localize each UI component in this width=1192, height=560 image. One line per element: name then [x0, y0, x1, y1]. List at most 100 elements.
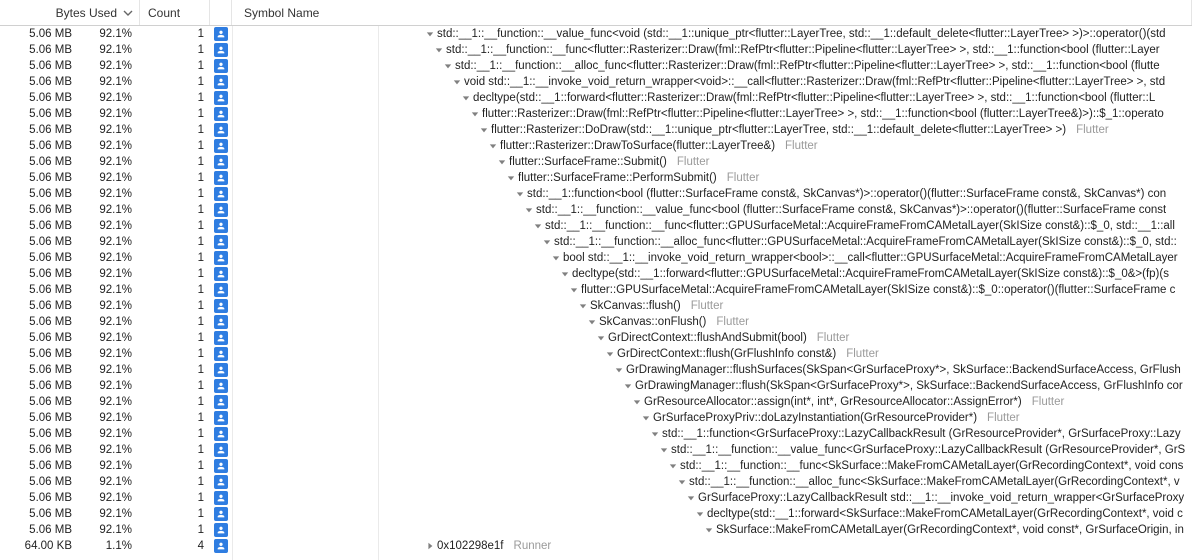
cell-symbol: std::__1::__function::__func<SkSurface::… — [232, 458, 1192, 474]
chevron-down-icon[interactable] — [497, 157, 507, 167]
table-row[interactable]: 5.06 MB92.1%1std::__1::__function::__fun… — [0, 42, 1192, 58]
cell-symbol: SkSurface::MakeFromCAMetalLayer(GrRecord… — [232, 522, 1192, 538]
symbol-text: std::__1::function<bool (flutter::Surfac… — [527, 186, 1166, 202]
symbol-text: flutter::Rasterizer::DoDraw(std::__1::un… — [491, 122, 1066, 138]
person-icon — [214, 267, 228, 281]
cell-icon — [210, 203, 232, 217]
cell-bytes: 5.06 MB92.1% — [0, 122, 140, 138]
chevron-down-icon[interactable] — [650, 429, 660, 439]
table-row[interactable]: 5.06 MB92.1%1SkSurface::MakeFromCAMetalL… — [0, 522, 1192, 538]
chevron-down-icon[interactable] — [659, 445, 669, 455]
percent-value: 92.1% — [88, 394, 132, 410]
table-row[interactable]: 5.06 MB92.1%1std::__1::__function::__fun… — [0, 218, 1192, 234]
chevron-down-icon[interactable] — [443, 61, 453, 71]
person-icon — [214, 299, 228, 313]
table-row[interactable]: 5.06 MB92.1%1flutter::Rasterizer::DoDraw… — [0, 122, 1192, 138]
chevron-down-icon[interactable] — [686, 493, 696, 503]
table-row[interactable]: 5.06 MB92.1%1GrSurfaceProxy::LazyCallbac… — [0, 490, 1192, 506]
cell-symbol: std::__1::__function::__func<flutter::GP… — [232, 218, 1192, 234]
chevron-down-icon[interactable] — [614, 365, 624, 375]
table-row[interactable]: 5.06 MB92.1%1flutter::SurfaceFrame::Perf… — [0, 170, 1192, 186]
chevron-down-icon[interactable] — [641, 413, 651, 423]
table-row[interactable]: 5.06 MB92.1%1std::__1::__function::__val… — [0, 442, 1192, 458]
table-row[interactable]: 5.06 MB92.1%1flutter::Rasterizer::Draw(f… — [0, 106, 1192, 122]
table-row[interactable]: 5.06 MB92.1%1GrDrawingManager::flushSurf… — [0, 362, 1192, 378]
chevron-down-icon[interactable] — [569, 285, 579, 295]
chevron-down-icon[interactable] — [434, 45, 444, 55]
table-row[interactable]: 5.06 MB92.1%1GrSurfaceProxyPriv::doLazyI… — [0, 410, 1192, 426]
chevron-down-icon[interactable] — [533, 221, 543, 231]
percent-value: 92.1% — [88, 266, 132, 282]
chevron-down-icon[interactable] — [551, 253, 561, 263]
chevron-down-icon[interactable] — [560, 269, 570, 279]
person-icon — [214, 315, 228, 329]
cell-bytes: 5.06 MB92.1% — [0, 266, 140, 282]
percent-value: 92.1% — [88, 362, 132, 378]
table-row[interactable]: 5.06 MB92.1%1std::__1::__function::__all… — [0, 234, 1192, 250]
table-row[interactable]: 5.06 MB92.1%1decltype(std::__1::forward<… — [0, 506, 1192, 522]
table-row[interactable]: 64.00 KB1.1%40x102298e1fRunner — [0, 538, 1192, 554]
table-row[interactable]: 5.06 MB92.1%1decltype(std::__1::forward<… — [0, 266, 1192, 282]
table-row[interactable]: 5.06 MB92.1%1GrDrawingManager::flush(SkS… — [0, 378, 1192, 394]
chevron-down-icon[interactable] — [488, 141, 498, 151]
chevron-down-icon[interactable] — [605, 349, 615, 359]
table-row[interactable]: 5.06 MB92.1%1std::__1::__function::__val… — [0, 26, 1192, 42]
cell-symbol: SkCanvas::flush()Flutter — [232, 298, 1192, 314]
chevron-down-icon[interactable] — [695, 509, 705, 519]
symbol-text: SkSurface::MakeFromCAMetalLayer(GrRecord… — [716, 522, 1184, 538]
cell-count: 1 — [140, 42, 210, 58]
table-row[interactable]: 5.06 MB92.1%1bool std::__1::__invoke_voi… — [0, 250, 1192, 266]
bytes-value: 5.06 MB — [12, 26, 72, 42]
table-row[interactable]: 5.06 MB92.1%1SkCanvas::onFlush()Flutter — [0, 314, 1192, 330]
chevron-down-icon[interactable] — [596, 333, 606, 343]
person-icon — [214, 59, 228, 73]
chevron-down-icon[interactable] — [524, 205, 534, 215]
chevron-down-icon[interactable] — [470, 109, 480, 119]
chevron-down-icon[interactable] — [578, 301, 588, 311]
table-row[interactable]: 5.06 MB92.1%1SkCanvas::flush()Flutter — [0, 298, 1192, 314]
table-row[interactable]: 5.06 MB92.1%1std::__1::__function::__all… — [0, 58, 1192, 74]
chevron-right-icon[interactable] — [425, 541, 435, 551]
table-row[interactable]: 5.06 MB92.1%1GrDirectContext::flush(GrFl… — [0, 346, 1192, 362]
chevron-down-icon[interactable] — [506, 173, 516, 183]
table-row[interactable]: 5.06 MB92.1%1std::__1::__function::__fun… — [0, 458, 1192, 474]
chevron-down-icon[interactable] — [704, 525, 714, 535]
table-row[interactable]: 5.06 MB92.1%1decltype(std::__1::forward<… — [0, 90, 1192, 106]
chevron-down-icon[interactable] — [425, 29, 435, 39]
chevron-down-icon[interactable] — [677, 477, 687, 487]
column-header-count[interactable]: Count — [140, 0, 210, 25]
table-row[interactable]: 5.06 MB92.1%1flutter::SurfaceFrame::Subm… — [0, 154, 1192, 170]
symbol-text: std::__1::__function::__alloc_func<SkSur… — [689, 474, 1180, 490]
table-row[interactable]: 5.06 MB92.1%1void std::__1::__invoke_voi… — [0, 74, 1192, 90]
chevron-down-icon[interactable] — [515, 189, 525, 199]
symbol-text: decltype(std::__1::forward<SkSurface::Ma… — [707, 506, 1183, 522]
table-row[interactable]: 5.06 MB92.1%1std::__1::__function::__val… — [0, 202, 1192, 218]
table-row[interactable]: 5.06 MB92.1%1std::__1::__function::__all… — [0, 474, 1192, 490]
table-row[interactable]: 5.06 MB92.1%1flutter::GPUSurfaceMetal::A… — [0, 282, 1192, 298]
chevron-down-icon[interactable] — [668, 461, 678, 471]
chevron-down-icon[interactable] — [632, 397, 642, 407]
table-row[interactable]: 5.06 MB92.1%1std::__1::function<bool (fl… — [0, 186, 1192, 202]
person-icon — [214, 75, 228, 89]
chevron-down-icon[interactable] — [542, 237, 552, 247]
chevron-down-icon[interactable] — [623, 381, 633, 391]
table-row[interactable]: 5.06 MB92.1%1GrDirectContext::flushAndSu… — [0, 330, 1192, 346]
cell-icon — [210, 491, 232, 505]
cell-count: 1 — [140, 378, 210, 394]
column-header-bytes[interactable]: Bytes Used — [0, 0, 140, 25]
chevron-down-icon[interactable] — [461, 93, 471, 103]
chevron-down-icon[interactable] — [479, 125, 489, 135]
table-row[interactable]: 5.06 MB92.1%1flutter::Rasterizer::DrawTo… — [0, 138, 1192, 154]
column-header-symbol[interactable]: Symbol Name — [232, 0, 1192, 25]
cell-icon — [210, 251, 232, 265]
table-row[interactable]: 5.06 MB92.1%1std::__1::function<GrSurfac… — [0, 426, 1192, 442]
chevron-down-icon[interactable] — [587, 317, 597, 327]
cell-bytes: 5.06 MB92.1% — [0, 250, 140, 266]
column-separator — [378, 26, 379, 560]
cell-bytes: 5.06 MB92.1% — [0, 154, 140, 170]
column-header-icon[interactable] — [210, 0, 232, 25]
chevron-down-icon[interactable] — [452, 77, 462, 87]
table-row[interactable]: 5.06 MB92.1%1GrResourceAllocator::assign… — [0, 394, 1192, 410]
cell-icon — [210, 219, 232, 233]
table-body[interactable]: 5.06 MB92.1%1std::__1::__function::__val… — [0, 26, 1192, 560]
